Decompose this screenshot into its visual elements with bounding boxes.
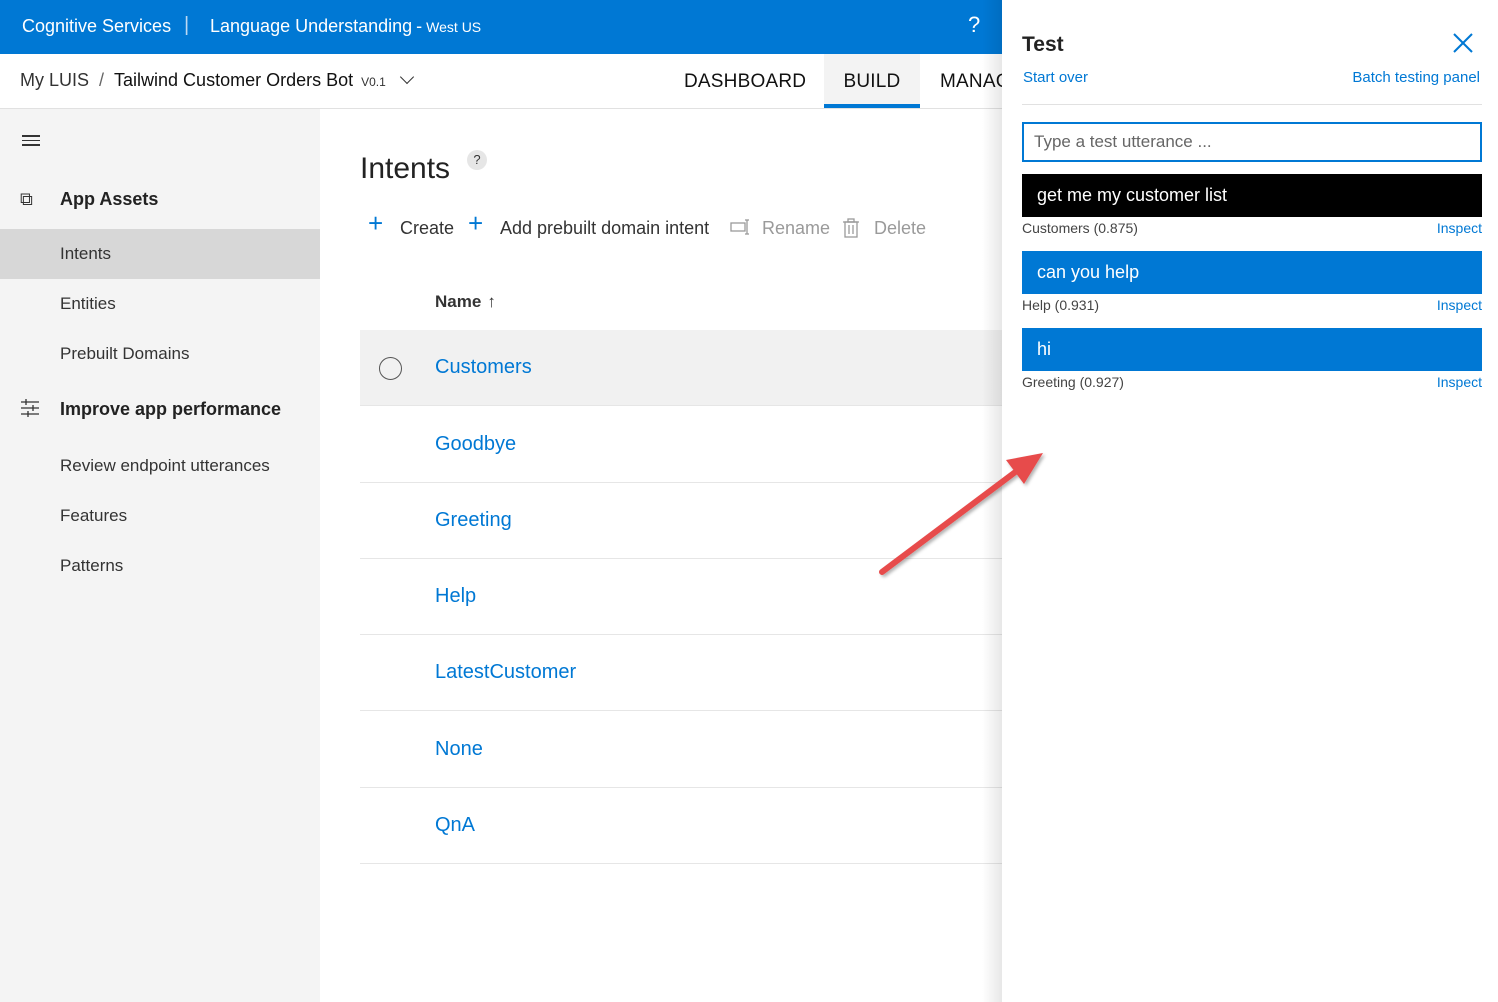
panel-shadow bbox=[982, 0, 1004, 1002]
breadcrumb: My LUIS / Tailwind Customer Orders Bot V0.1 bbox=[20, 69, 414, 91]
intent-link[interactable]: QnA bbox=[435, 814, 475, 837]
help-icon[interactable]: ? bbox=[968, 12, 980, 38]
plus-icon: + bbox=[468, 208, 484, 238]
table-row[interactable]: Greeting bbox=[360, 483, 1002, 559]
sidebar-item-intents[interactable]: Intents bbox=[0, 229, 320, 279]
sidebar-item-patterns[interactable]: Patterns bbox=[0, 541, 320, 591]
tab-dashboard[interactable]: DASHBOARD bbox=[684, 54, 806, 108]
page-title: Intents bbox=[360, 152, 451, 185]
product-label: Language Understanding bbox=[210, 16, 413, 36]
inspect-link[interactable]: Inspect bbox=[1437, 374, 1482, 390]
hamburger-menu-icon[interactable] bbox=[22, 135, 40, 149]
sidebar-item-prebuilt-domains[interactable]: Prebuilt Domains bbox=[0, 329, 320, 379]
table-row[interactable]: None bbox=[360, 712, 1002, 788]
sidebar-item-features[interactable]: Features bbox=[0, 491, 320, 541]
column-name-label: Name bbox=[435, 292, 482, 311]
top-intent-result: Greeting (0.927) bbox=[1022, 374, 1124, 390]
tab-build[interactable]: BUILD bbox=[824, 54, 920, 108]
intent-link[interactable]: LatestCustomer bbox=[435, 661, 576, 684]
test-panel-title: Test bbox=[1022, 33, 1064, 56]
intent-link[interactable]: Customers bbox=[435, 356, 532, 379]
add-prebuilt-label: Add prebuilt domain intent bbox=[500, 218, 710, 238]
top-intent-result: Help (0.931) bbox=[1022, 297, 1100, 313]
brand-link[interactable]: Cognitive Services bbox=[22, 16, 171, 37]
breadcrumb-my-luis[interactable]: My LUIS bbox=[20, 70, 89, 90]
product-name[interactable]: Language Understanding - West US bbox=[210, 16, 481, 37]
help-badge-icon[interactable]: ? bbox=[467, 150, 487, 170]
test-utterance-item[interactable]: hi bbox=[1022, 328, 1482, 371]
table-row[interactable]: QnA bbox=[360, 788, 1002, 864]
sort-ascending-icon: ↑ bbox=[487, 292, 496, 311]
intent-link[interactable]: None bbox=[435, 738, 483, 761]
app-name[interactable]: Tailwind Customer Orders Bot bbox=[114, 70, 353, 90]
table-row[interactable]: LatestCustomer bbox=[360, 635, 1002, 711]
rename-label: Rename bbox=[762, 218, 831, 238]
top-intent-result: Customers (0.875) bbox=[1022, 220, 1138, 236]
table-row[interactable]: Customers bbox=[360, 330, 1002, 406]
section-app-assets-label: App Assets bbox=[60, 189, 159, 209]
panel-divider bbox=[1022, 104, 1482, 105]
breadcrumb-separator: / bbox=[99, 70, 105, 90]
plus-icon: + bbox=[368, 208, 384, 238]
test-utterance-item[interactable]: can you help bbox=[1022, 251, 1482, 294]
create-label: Create bbox=[400, 218, 455, 238]
test-panel: Test Start over Batch testing panel get … bbox=[1002, 0, 1498, 1002]
test-utterance-input[interactable] bbox=[1022, 122, 1482, 162]
sidebar: ⧉ App Assets Intents Entities Prebuilt D… bbox=[0, 109, 320, 1002]
region-dash: - bbox=[416, 16, 423, 36]
intent-link[interactable]: Goodbye bbox=[435, 433, 516, 456]
region-label: West US bbox=[426, 19, 482, 35]
trash-icon bbox=[842, 218, 860, 243]
delete-label: Delete bbox=[874, 218, 927, 238]
brand-separator: | bbox=[184, 14, 190, 36]
rename-icon bbox=[730, 218, 752, 241]
sidebar-item-entities[interactable]: Entities bbox=[0, 279, 320, 329]
sidebar-item-review-endpoint-utterances[interactable]: Review endpoint utterances bbox=[0, 441, 320, 491]
test-utterance-item[interactable]: get me my customer list bbox=[1022, 174, 1482, 217]
app-assets-icon: ⧉ bbox=[20, 189, 33, 209]
row-select-radio[interactable] bbox=[379, 357, 402, 380]
column-header-name[interactable]: Name ↑ bbox=[435, 292, 496, 312]
intent-link[interactable]: Greeting bbox=[435, 509, 512, 532]
table-row[interactable]: Help bbox=[360, 559, 1002, 635]
chevron-down-icon[interactable] bbox=[399, 69, 414, 85]
batch-testing-panel-link[interactable]: Batch testing panel bbox=[1352, 69, 1480, 86]
version-label: V0.1 bbox=[361, 75, 386, 89]
inspect-link[interactable]: Inspect bbox=[1437, 297, 1482, 313]
inspect-link[interactable]: Inspect bbox=[1437, 220, 1482, 236]
intent-link[interactable]: Help bbox=[435, 585, 476, 608]
close-icon[interactable] bbox=[1452, 32, 1474, 54]
table-row[interactable]: Goodbye bbox=[360, 407, 1002, 483]
start-over-link[interactable]: Start over bbox=[1023, 69, 1088, 86]
sliders-icon bbox=[20, 399, 40, 422]
section-improve-label: Improve app performance bbox=[60, 399, 282, 419]
